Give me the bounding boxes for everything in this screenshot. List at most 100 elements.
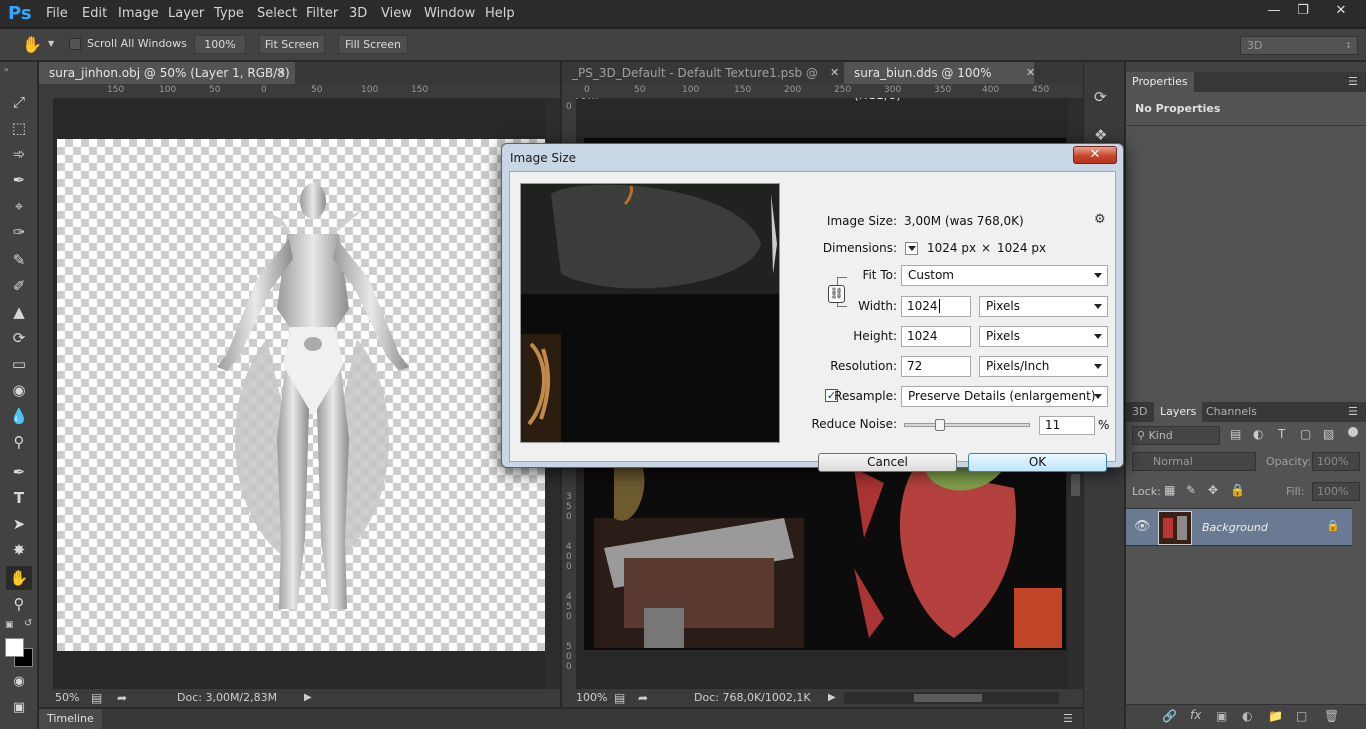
path-selection-tool-icon[interactable]: ➤ (6, 512, 32, 536)
status-menu-arrow-icon[interactable]: ▶ (828, 689, 836, 707)
filter-shape-icon[interactable]: ▢ (1300, 427, 1311, 441)
panel-menu-icon[interactable]: ☰ (1348, 405, 1358, 418)
reduce-noise-slider-thumb[interactable] (935, 419, 945, 431)
menu-type[interactable]: Type (214, 6, 244, 21)
panel-menu-icon[interactable]: ☰ (1063, 712, 1073, 725)
brush-tool-icon[interactable]: ✐ (6, 274, 32, 298)
scroll-all-windows-checkbox[interactable] (69, 38, 81, 50)
eraser-tool-icon[interactable]: ▭ (6, 352, 32, 376)
dimensions-unit-dropdown[interactable] (905, 242, 918, 255)
panel-menu-icon[interactable]: ☰ (1348, 75, 1358, 88)
left-doc-info[interactable]: Doc: 3,00M/2,83M (177, 689, 277, 707)
tab-close-icon[interactable]: ✕ (1026, 66, 1035, 79)
lock-transparent-icon[interactable]: ▦ (1164, 483, 1175, 497)
tab-layers[interactable]: Layers (1154, 402, 1203, 422)
status-menu-arrow-icon[interactable]: ▶ (304, 689, 312, 707)
horizontal-scrollbar[interactable] (844, 692, 1059, 704)
export-icon[interactable]: ▤ (91, 689, 102, 707)
filter-toggle-icon[interactable] (1348, 427, 1358, 437)
menu-edit[interactable]: Edit (82, 6, 107, 21)
settings-gear-icon[interactable]: ⚙ (1094, 212, 1106, 227)
blur-tool-icon[interactable]: 💧 (6, 404, 32, 428)
ok-button[interactable]: OK (968, 453, 1107, 472)
menu-layer[interactable]: Layer (168, 6, 204, 21)
new-layer-icon[interactable]: □ (1296, 709, 1307, 723)
restore-button[interactable]: ❐ (1288, 0, 1318, 22)
filter-pixel-icon[interactable]: ▤ (1230, 427, 1241, 441)
move-tool-icon[interactable]: ⤢ (6, 90, 32, 114)
history-panel-icon[interactable]: ⟳ (1094, 88, 1107, 106)
tab-properties[interactable]: Properties (1126, 72, 1194, 92)
tool-preset-chevron-icon[interactable]: ▼ (48, 39, 54, 48)
history-brush-tool-icon[interactable]: ⟳ (6, 326, 32, 350)
lock-all-icon[interactable]: 🔒 (1230, 483, 1245, 497)
hand-tool-active-icon[interactable]: ✋ (6, 566, 32, 590)
resample-method-select[interactable]: Preserve Details (enlargement) (901, 386, 1108, 407)
lock-position-icon[interactable]: ✥ (1208, 483, 1218, 497)
width-unit-select[interactable]: Pixels (979, 296, 1108, 317)
fit-to-select[interactable]: Custom (901, 265, 1108, 286)
fit-screen-button[interactable]: Fit Screen (259, 35, 325, 54)
zoom-tool-icon[interactable]: ⚲ (6, 592, 32, 616)
export-icon[interactable]: ▤ (614, 689, 625, 707)
tab-close-icon[interactable]: ✕ (276, 66, 285, 79)
delete-layer-icon[interactable]: 🗑 (1324, 709, 1339, 723)
lasso-tool-icon[interactable]: ➾ (6, 142, 32, 166)
horizontal-scroll-thumb[interactable] (914, 694, 982, 702)
share-icon[interactable]: ➦ (117, 689, 127, 707)
hand-tool-icon[interactable]: ✋ (22, 35, 42, 54)
fill-screen-button[interactable]: Fill Screen (338, 35, 408, 54)
filter-smart-object-icon[interactable]: ▧ (1323, 427, 1334, 441)
menu-filter[interactable]: Filter (306, 6, 338, 21)
menu-file[interactable]: File (46, 6, 68, 21)
tab-3d[interactable]: 3D (1126, 402, 1153, 422)
share-icon[interactable]: ➦ (638, 689, 648, 707)
quick-select-tool-icon[interactable]: ✒ (6, 168, 32, 192)
lock-image-icon[interactable]: ✎ (1186, 483, 1196, 497)
tab-sura-jinhon[interactable]: sura_jinhon.obj @ 50% (Layer 1, RGB/8) * (39, 62, 295, 102)
adjustment-layer-icon[interactable]: ◐ (1242, 709, 1252, 723)
tab-channels[interactable]: Channels (1200, 402, 1263, 422)
tab-timeline[interactable]: Timeline (39, 709, 102, 729)
clone-stamp-tool-icon[interactable]: ▲ (6, 300, 32, 324)
resolution-unit-select[interactable]: Pixels/Inch (979, 356, 1108, 377)
right-doc-info[interactable]: Doc: 768,0K/1002,1K (694, 689, 811, 707)
marquee-tool-icon[interactable]: ⬚ (6, 116, 32, 140)
screen-mode-icon[interactable]: ▣ (6, 696, 32, 720)
quick-mask-icon[interactable]: ◉ (6, 670, 32, 694)
reduce-noise-slider-track[interactable] (904, 419, 1030, 431)
left-zoom-level[interactable]: 50% (55, 689, 79, 707)
width-input[interactable]: 1024 (901, 296, 971, 317)
height-unit-select[interactable]: Pixels (979, 326, 1108, 347)
eyedropper-tool-icon[interactable]: ✑ (6, 220, 32, 244)
foreground-color-swatch[interactable] (5, 638, 24, 657)
dodge-tool-icon[interactable]: ⚲ (6, 430, 32, 454)
layer-name[interactable]: Background (1202, 521, 1268, 534)
filter-adjustment-icon[interactable]: ◐ (1253, 427, 1263, 441)
swap-colors-icon[interactable]: ↺ (24, 618, 32, 629)
menu-help[interactable]: Help (485, 6, 515, 21)
collapse-toolbar-icon[interactable]: » (4, 65, 9, 74)
resolution-input[interactable]: 72 (901, 356, 971, 377)
transparent-canvas[interactable] (57, 139, 545, 651)
minimize-button[interactable]: — (1259, 0, 1289, 22)
visibility-eye-icon[interactable]: 👁 (1134, 519, 1151, 534)
close-window-button[interactable]: ✕ (1325, 0, 1357, 22)
pen-tool-icon[interactable]: ✒ (6, 460, 32, 484)
menu-window[interactable]: Window (424, 6, 475, 21)
tool-presets-panel-icon[interactable]: ❖ (1094, 126, 1107, 144)
menu-view[interactable]: View (381, 6, 412, 21)
tab-close-icon[interactable]: ✕ (830, 66, 839, 79)
layer-row-background[interactable]: 👁 Background 🔒 (1126, 508, 1352, 546)
3d-tool-icon[interactable]: ✸ (6, 538, 32, 562)
menu-image[interactable]: Image (118, 6, 159, 21)
healing-brush-tool-icon[interactable]: ✎ (6, 248, 32, 272)
right-zoom-level[interactable]: 100% (576, 689, 607, 707)
add-mask-icon[interactable]: ▣ (1216, 709, 1227, 723)
crop-tool-icon[interactable]: ⌖ (6, 194, 32, 218)
type-tool-icon[interactable]: T (6, 486, 32, 510)
paint-bucket-tool-icon[interactable]: ◉ (6, 378, 32, 402)
menu-select[interactable]: Select (257, 6, 297, 21)
blend-mode-select[interactable]: Normal (1132, 452, 1256, 471)
menu-3d[interactable]: 3D (349, 6, 367, 21)
